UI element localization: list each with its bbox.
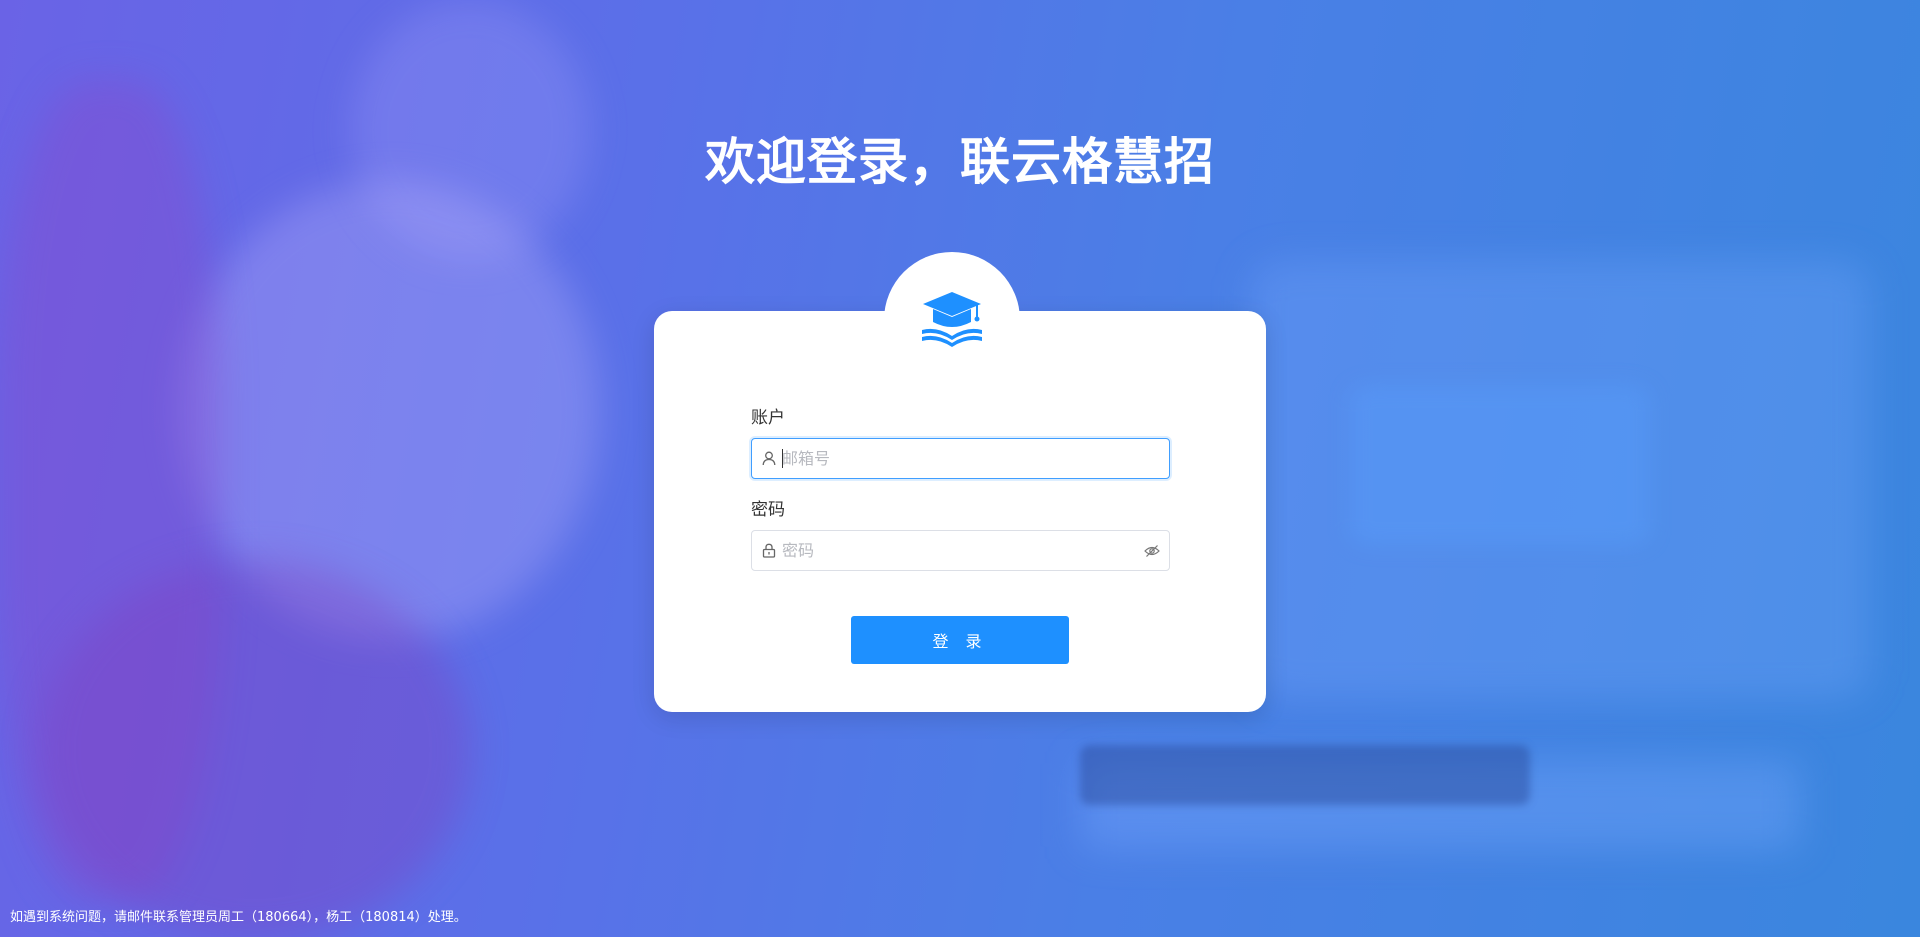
bg-shape — [1350, 385, 1650, 545]
account-field[interactable] — [751, 438, 1170, 479]
page-title: 欢迎登录，联云格慧招 — [705, 133, 1215, 191]
lock-icon — [752, 531, 782, 570]
password-field[interactable] — [751, 530, 1170, 571]
login-button[interactable]: 登 录 — [851, 616, 1069, 664]
password-input[interactable] — [782, 531, 1135, 570]
bg-shape — [40, 560, 470, 937]
support-note: 如遇到系统问题，请邮件联系管理员周工（180664），杨工（180814）处理。 — [10, 910, 467, 925]
account-input[interactable] — [782, 439, 1169, 478]
user-icon — [752, 439, 782, 478]
logo-badge — [884, 252, 1020, 388]
graduation-cap-book-icon — [922, 292, 982, 347]
account-label: 账户 — [751, 408, 785, 428]
bg-shape — [1080, 745, 1530, 805]
password-label: 密码 — [751, 500, 785, 520]
eye-hidden-icon[interactable] — [1135, 531, 1169, 570]
text-caret — [782, 449, 783, 468]
